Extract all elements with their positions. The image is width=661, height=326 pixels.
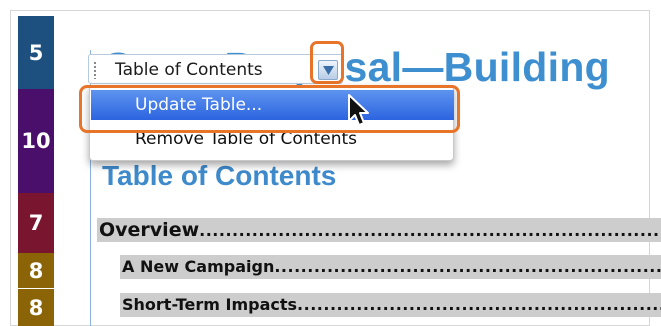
toc-entry[interactable]: Overview................................… <box>97 218 661 242</box>
level-cell-2: 10 <box>18 89 54 193</box>
level-label: 10 <box>21 129 51 153</box>
level-cell-3: 7 <box>18 193 54 253</box>
level-label: 8 <box>28 258 44 283</box>
toc-entry-text: Overview <box>99 219 200 241</box>
toc-entry[interactable]: Short-Term Impacts......................… <box>120 293 661 317</box>
level-label: 8 <box>28 295 44 320</box>
toc-entry-text: Short-Term Impacts <box>122 295 298 314</box>
level-column: 5 10 7 8 8 <box>18 16 54 326</box>
toc-entry[interactable]: A New Campaign..........................… <box>120 255 661 279</box>
callout-highlight-dropdown <box>310 41 344 84</box>
level-cell-1: 5 <box>18 16 54 89</box>
toc-entry-leader: ........................................… <box>199 221 660 240</box>
toc-entry-leader: ........................................… <box>274 257 661 276</box>
level-cell-5: 8 <box>18 288 54 326</box>
drag-handle-icon[interactable] <box>93 61 97 79</box>
arrow-pointer-icon <box>346 93 374 129</box>
level-label: 7 <box>28 211 44 235</box>
level-label: 5 <box>28 40 44 65</box>
toc-heading: Table of Contents <box>102 160 337 191</box>
toc-entry-leader: ........................................… <box>297 295 661 314</box>
callout-highlight-update-table <box>79 85 460 133</box>
toc-entry-text: A New Campaign <box>122 257 275 276</box>
toc-control[interactable]: Table of Contents <box>88 54 343 84</box>
level-cell-4: 8 <box>18 253 54 288</box>
toc-control-label: Table of Contents <box>115 60 263 80</box>
stage: 5 10 7 8 8 Grant Proposal—Building Table… <box>0 0 661 326</box>
